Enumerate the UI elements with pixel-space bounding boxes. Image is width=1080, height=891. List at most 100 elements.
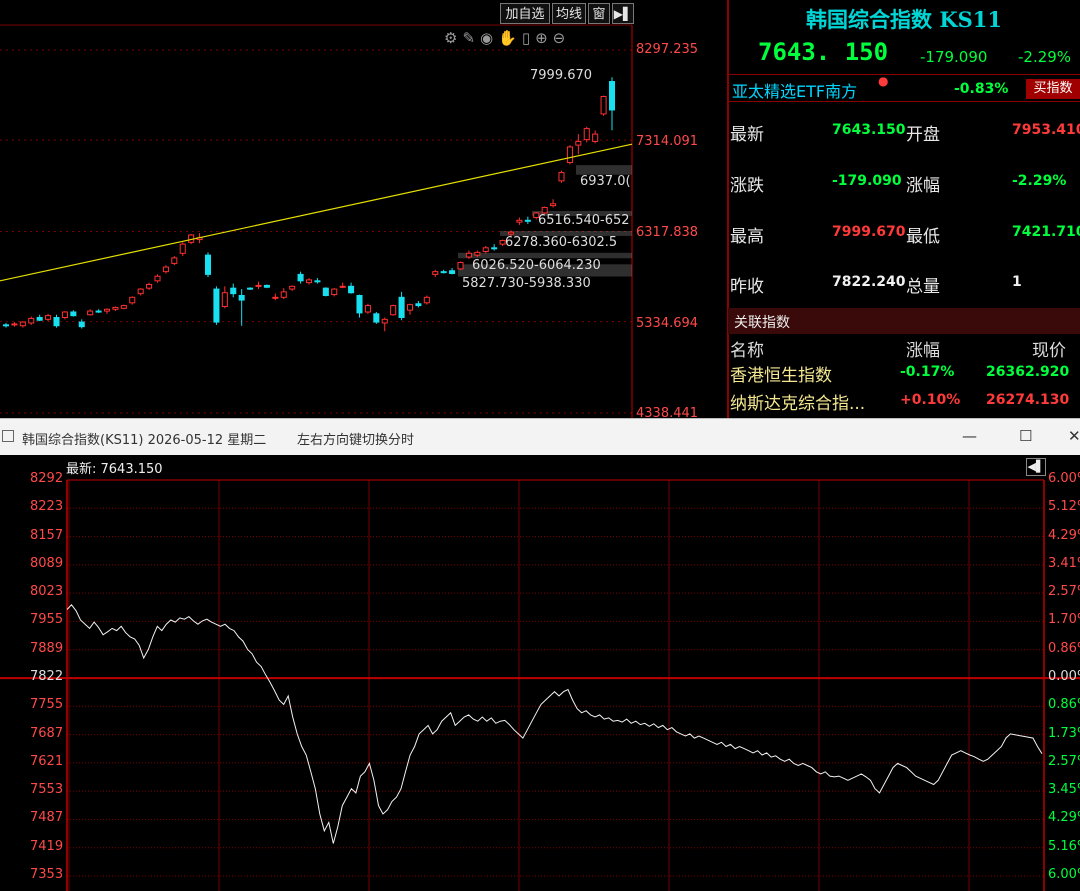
candle-body: [390, 305, 397, 316]
candle-body: [550, 203, 557, 207]
candle-body: [331, 288, 338, 296]
related-title: 关联指数: [734, 315, 790, 331]
candle-body: [78, 321, 85, 328]
candle-body: [524, 219, 531, 222]
latest-label: 最新: 7643.150: [66, 462, 163, 477]
candle-body: [247, 287, 254, 290]
candle-body: [280, 291, 287, 298]
related-pct: -0.17%: [900, 364, 955, 380]
quote-value: 7953.410: [1012, 122, 1080, 138]
kline-chart[interactable]: [0, 0, 728, 418]
candle-body: [204, 254, 212, 275]
candle-body: [457, 261, 464, 270]
change-value: -179.090: [920, 48, 988, 66]
quote-row: 最新 7643.150 开盘 7953.410: [728, 118, 1080, 145]
candle-body: [28, 317, 35, 324]
intraday-pct-label: 4.29%: [1048, 810, 1080, 826]
candle-body: [87, 310, 94, 316]
chart-tools: ⚙✎◉✋▯⊕⊖: [444, 29, 570, 47]
intraday-y-label: 7419: [30, 838, 64, 854]
window-hint: 左右方向键切换分时: [297, 433, 415, 448]
window-button[interactable]: 窗: [588, 3, 610, 24]
intraday-pct-label: 3.41%: [1048, 555, 1080, 571]
gap-annotation: 6278.360-6302.5: [505, 235, 618, 250]
quote-row: 最高 7999.670 最低 7421.710: [728, 220, 1080, 247]
intraday-pct-label: 2.57%: [1048, 753, 1080, 769]
intraday-pct-label: 5.16%: [1048, 838, 1080, 854]
quote-value: 7643.150: [832, 122, 906, 138]
etf-row[interactable]: 亚太精选ETF南方 ● -0.83% 买指数: [728, 74, 1080, 102]
intraday-pct-label: 6.00%: [1048, 867, 1080, 882]
zoom-out-icon[interactable]: ⊖: [553, 29, 571, 47]
related-row[interactable]: 香港恒生指数 -0.17% 26362.920: [728, 360, 1080, 386]
settings-icon[interactable]: ⚙: [444, 29, 462, 47]
quote-label: 最低: [906, 227, 940, 247]
candle-body: [45, 315, 52, 320]
candle-body: [162, 266, 169, 273]
candle-body: [491, 247, 498, 250]
quote-label: 昨收: [730, 277, 764, 297]
close-button[interactable]: ✕: [1068, 427, 1080, 445]
candle-body: [179, 243, 186, 254]
intraday-y-label: 8157: [30, 527, 64, 543]
zoom-in-icon[interactable]: ⊕: [535, 29, 553, 47]
etf-dot-icon: ●: [878, 74, 889, 88]
candle-body: [154, 275, 161, 282]
intraday-pct-label: 1.70%: [1048, 612, 1080, 628]
lock-icon[interactable]: ▯: [522, 29, 535, 47]
candle-body: [432, 271, 439, 275]
gap-annotation: 5827.730-5938.330: [462, 276, 591, 291]
candle-body: [608, 81, 616, 111]
intraday-y-label: 7553: [30, 782, 64, 798]
candle-body: [575, 140, 582, 146]
related-row[interactable]: 纳斯达克综合指... +0.10% 26274.130: [728, 388, 1080, 414]
candle-body: [314, 280, 321, 283]
quote-row: 涨跌 -179.090 涨幅 -2.29%: [728, 169, 1080, 196]
quote-label: 最高: [730, 227, 764, 247]
minimize-button[interactable]: —: [962, 427, 977, 445]
candle-body: [255, 284, 262, 287]
candle-body: [449, 270, 456, 274]
intraday-y-label: 7955: [30, 612, 64, 628]
add-watch-button[interactable]: 加自选: [500, 3, 550, 24]
candle-body: [263, 284, 270, 288]
intraday-y-label: 8089: [30, 555, 64, 571]
candle-body: [2, 324, 10, 327]
gap-annotation: 6516.540-652: [538, 213, 630, 228]
candle-body: [238, 294, 245, 301]
etf-name[interactable]: 亚太精选ETF南方: [732, 78, 857, 102]
pen-icon[interactable]: ✎: [462, 29, 480, 47]
related-price: 26274.130: [986, 392, 1070, 408]
candle-body: [19, 321, 26, 327]
candle-body: [305, 279, 313, 284]
related-price: 26362.920: [986, 364, 1070, 380]
buy-index-button[interactable]: 买指数: [1026, 79, 1080, 99]
intraday-price-line: [66, 604, 1043, 844]
price-row: 7643. 150 -179.090 -2.29%: [728, 36, 1080, 72]
hand-icon[interactable]: ✋: [498, 29, 522, 47]
intraday-chart[interactable]: [0, 455, 1080, 891]
col-name: 名称: [730, 341, 764, 361]
candle-body: [600, 96, 607, 115]
candle-body: [398, 296, 405, 318]
related-header-bar: 关联指数: [728, 308, 1080, 334]
candle-body: [53, 316, 60, 327]
intraday-y-label: 7822: [30, 669, 64, 684]
candle-body: [213, 288, 220, 323]
quote-title: 韩国综合指数 KS11: [806, 7, 1002, 32]
high-annotation: 7999.670: [530, 68, 593, 83]
candle-body: [415, 303, 422, 307]
intraday-y-label: 7353: [30, 867, 64, 882]
collapse-right-icon[interactable]: ▶▌: [612, 3, 634, 24]
quote-value: 7999.670: [832, 224, 906, 240]
eye-icon[interactable]: ◉: [480, 29, 498, 47]
intraday-pct-label: 3.45%: [1048, 782, 1080, 798]
quote-value: -2.29%: [1012, 173, 1067, 189]
quote-label: 最新: [730, 125, 764, 145]
avg-line-button[interactable]: 均线: [552, 3, 586, 24]
quote-value: 1: [1012, 274, 1022, 290]
candle-body: [592, 133, 599, 142]
candle-body: [423, 296, 430, 304]
rewind-icon[interactable]: ◀▌: [1026, 458, 1046, 476]
maximize-button[interactable]: ☐: [1019, 427, 1032, 445]
